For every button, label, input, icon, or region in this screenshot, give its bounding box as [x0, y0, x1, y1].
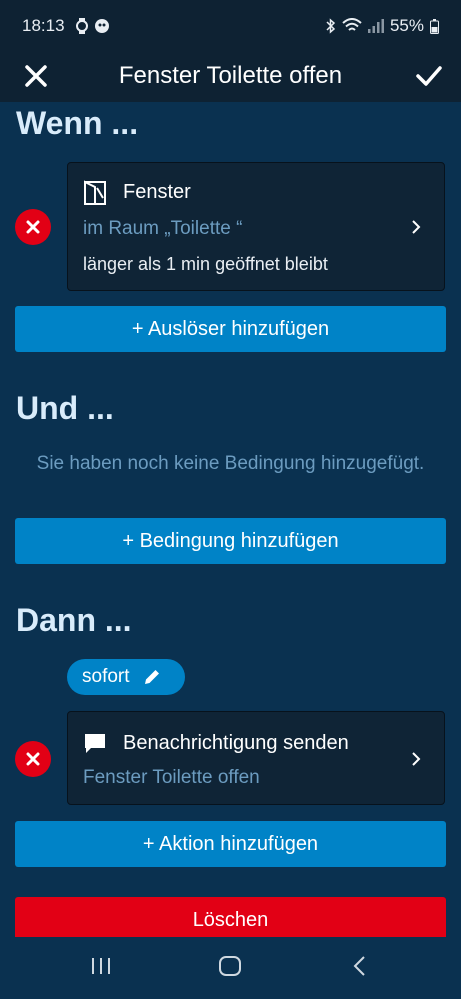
- action-detail: Fenster Toilette offen: [83, 767, 260, 788]
- face-icon: [95, 19, 109, 33]
- close-icon: [26, 220, 40, 234]
- add-trigger-button[interactable]: + Auslöser hinzufügen: [15, 306, 446, 352]
- wifi-icon: [342, 18, 362, 31]
- action-title: Benachrichtigung senden: [123, 732, 349, 754]
- remove-action-button[interactable]: [15, 741, 51, 777]
- status-time: 18:13: [22, 16, 65, 35]
- message-icon: [85, 734, 105, 753]
- status-bar: 18:13 55%: [0, 0, 461, 50]
- app-bar: Fenster Toilette offen: [0, 50, 461, 102]
- pencil-icon: [144, 670, 159, 684]
- remove-trigger-button[interactable]: [15, 209, 51, 245]
- action-card[interactable]: Benachrichtigung senden Fenster Toilette…: [67, 711, 445, 805]
- recent-apps-icon[interactable]: [90, 955, 112, 977]
- close-icon[interactable]: [22, 62, 50, 90]
- status-notification-icons: [76, 18, 110, 34]
- no-condition-text: Sie haben noch keine Bedingung hinzugefü…: [36, 453, 425, 474]
- chevron-right-icon: [412, 752, 421, 766]
- signal-icon: [367, 19, 384, 33]
- trigger-condition: länger als 1 min geöffnet bleibt: [83, 254, 328, 274]
- page-title: Fenster Toilette offen: [118, 62, 343, 89]
- window-icon: [84, 180, 106, 205]
- battery-level: 55%: [389, 16, 424, 35]
- timing-chip-label: sofort: [82, 666, 130, 687]
- timing-chip[interactable]: sofort: [67, 659, 185, 695]
- battery-icon: [430, 18, 439, 34]
- then-heading: Dann ...: [16, 602, 132, 638]
- add-condition-button[interactable]: + Bedingung hinzufügen: [15, 518, 446, 564]
- bluetooth-icon: [326, 18, 336, 34]
- check-icon[interactable]: [415, 62, 443, 90]
- system-nav-bar: [0, 937, 461, 999]
- add-action-button[interactable]: + Aktion hinzufügen: [15, 821, 446, 867]
- chevron-right-icon: [412, 220, 421, 234]
- watch-icon: [76, 18, 88, 34]
- close-icon: [26, 752, 40, 766]
- when-heading: Wenn ...: [16, 105, 139, 141]
- back-icon[interactable]: [350, 955, 370, 977]
- trigger-room: im Raum „Toilette “: [83, 218, 243, 239]
- and-heading: Und ...: [16, 390, 114, 426]
- trigger-title: Fenster: [123, 181, 191, 203]
- status-right: 55%: [326, 16, 439, 36]
- trigger-card[interactable]: Fenster im Raum „Toilette “ länger als 1…: [67, 162, 445, 291]
- home-icon[interactable]: [218, 955, 242, 977]
